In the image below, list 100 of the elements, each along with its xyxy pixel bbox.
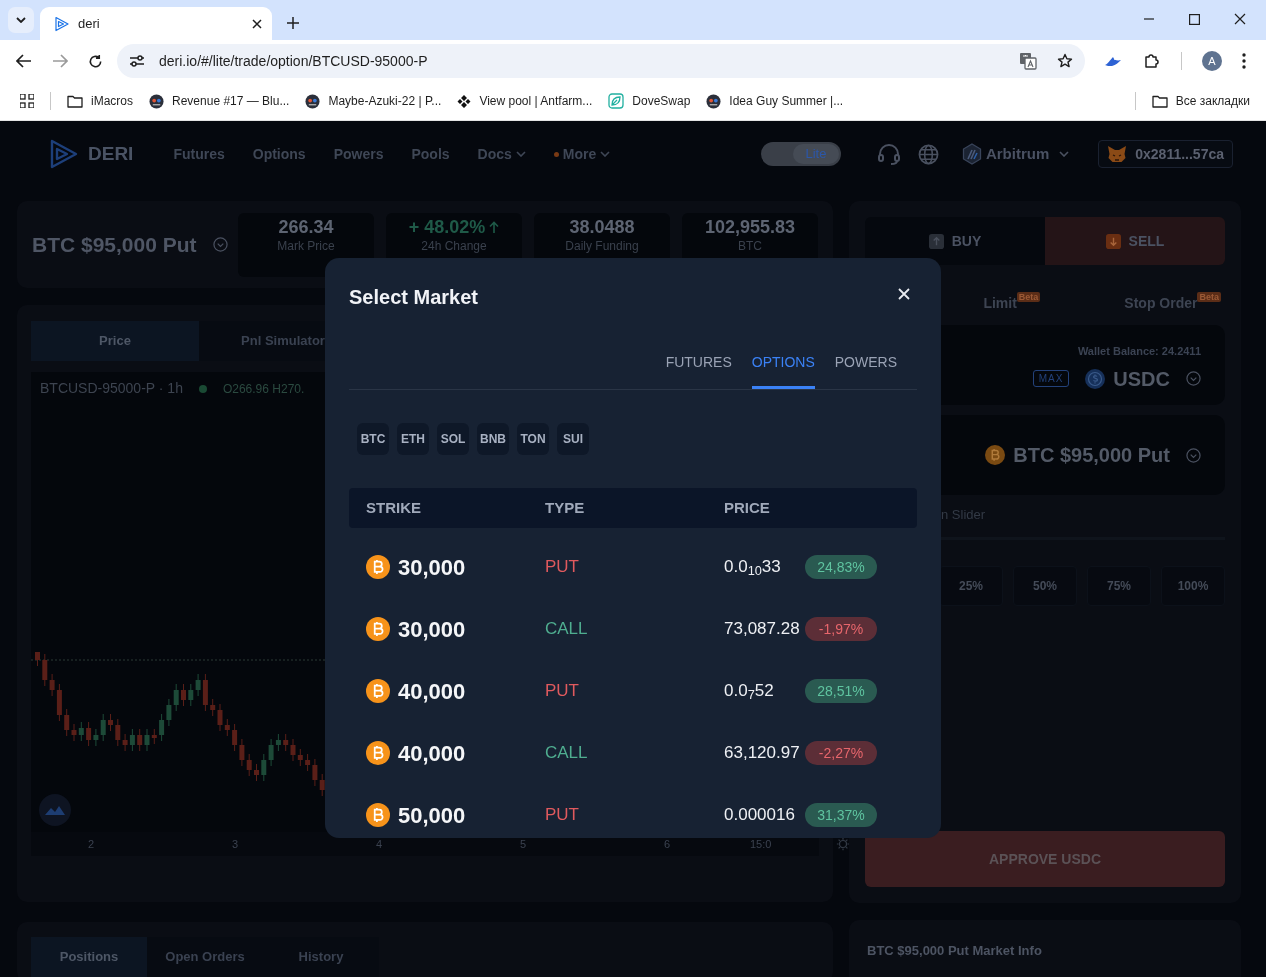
column-header: STRIKE xyxy=(366,497,422,518)
caret-icon xyxy=(16,17,26,23)
asset-chip[interactable]: BNB xyxy=(477,423,509,455)
arrow-down-icon xyxy=(1105,233,1121,249)
folder-icon xyxy=(1151,94,1168,108)
strike-price: 30,000 xyxy=(398,615,466,644)
ohlc-text: O266.96 H270. xyxy=(222,380,305,398)
bookmark-link[interactable]: DoveSwap xyxy=(608,92,691,110)
change-badge: 24,83% xyxy=(805,555,877,579)
asset-chip[interactable]: BTC xyxy=(357,423,389,455)
percent-button[interactable]: 50% xyxy=(1013,566,1077,606)
option-price: 0.0$_{7}$52 xyxy=(724,680,775,704)
new-tab-icon[interactable] xyxy=(287,17,299,29)
globe-icon[interactable] xyxy=(917,143,939,165)
stat-value: 38.0488 xyxy=(569,217,635,238)
asset-chip[interactable]: TON xyxy=(517,423,549,455)
folder-icon xyxy=(67,94,83,108)
caret-icon xyxy=(515,151,526,157)
asset-chip[interactable]: SUI xyxy=(557,423,589,455)
more-menu-icon[interactable] xyxy=(1242,53,1246,69)
column-header: TYPE xyxy=(545,497,586,518)
bookmark-link[interactable]: View pool | Antfarm... xyxy=(457,92,593,110)
strike-price: 40,000 xyxy=(398,677,466,706)
option-price: 0.000016 xyxy=(724,804,796,827)
tab-list-button[interactable] xyxy=(8,7,34,33)
bookmark-link[interactable]: Revenue #17 — Blu... xyxy=(149,92,290,110)
axis-label: 3 xyxy=(232,836,240,852)
bookmark-link[interactable]: Maybe-Azuki-22 | P... xyxy=(305,92,442,110)
side-tab[interactable]: BUY xyxy=(865,217,1045,265)
stat-label: Daily Funding xyxy=(565,238,639,256)
profile-avatar[interactable]: A xyxy=(1202,51,1222,71)
market-row[interactable]: 40,000 CALL 63,120.97 -2,27% xyxy=(349,722,917,784)
strike-price: 30,000 xyxy=(398,553,466,582)
logo-icon xyxy=(48,138,80,170)
wallet-button[interactable]: 0x2811...57ca xyxy=(1098,140,1233,168)
bitcoin-icon xyxy=(366,803,390,827)
candle xyxy=(108,713,113,732)
wallet-balance: Wallet Balance: 24.2411 xyxy=(1077,344,1201,359)
axis-label: 2 xyxy=(88,836,96,852)
market-name: BTC $95,000 Put xyxy=(1013,443,1170,468)
logo-text: DERI xyxy=(88,141,134,166)
site-settings-icon[interactable] xyxy=(129,54,145,68)
round-favicon-icon xyxy=(305,93,321,109)
market-type-tab[interactable]: POWERS xyxy=(834,352,897,389)
asset-chip[interactable]: ETH xyxy=(397,423,429,455)
percent-button[interactable]: 100% xyxy=(1161,566,1225,606)
percent-button[interactable]: 75% xyxy=(1087,566,1151,606)
option-type: PUT xyxy=(545,557,579,577)
close-icon[interactable] xyxy=(1234,13,1246,25)
hexagon-logo-icon xyxy=(961,143,982,165)
close-icon[interactable] xyxy=(252,18,262,29)
column-header: PRICE xyxy=(724,497,771,518)
market-info-title: BTC $95,000 Put Market Info xyxy=(867,943,1042,958)
caret-icon xyxy=(1059,151,1070,157)
bookmark-link[interactable]: iMacros xyxy=(67,92,133,110)
bookmark-link[interactable]: Все закладки xyxy=(1151,92,1250,110)
reload-icon[interactable] xyxy=(88,53,103,69)
market-row[interactable]: 30,000 CALL 73,087.28 -1,97% xyxy=(349,598,917,660)
bitcoin-icon xyxy=(366,555,390,579)
side-tab[interactable]: SELL xyxy=(1045,217,1225,265)
asset-chip[interactable]: SOL xyxy=(437,423,469,455)
market-row[interactable]: 40,000 PUT 0.0$_{7}$52 28,51% xyxy=(349,660,917,722)
browser-tab[interactable]: deri xyxy=(40,7,272,40)
forward-icon[interactable] xyxy=(52,54,68,68)
market-type-tab[interactable]: OPTIONS xyxy=(751,352,815,389)
beta-badge: Beta xyxy=(1016,291,1041,302)
network-selector[interactable]: Arbitrum xyxy=(955,141,1076,167)
fox-icon xyxy=(1107,145,1128,163)
option-type: CALL xyxy=(545,619,588,639)
apps-grid-icon[interactable] xyxy=(20,94,34,108)
percent-button[interactable]: 25% xyxy=(939,566,1003,606)
change-badge: 31,37% xyxy=(805,803,877,827)
arrow-up-icon xyxy=(928,233,944,249)
logo-icon xyxy=(54,15,70,32)
beta-badge: Beta xyxy=(1197,291,1221,302)
stat-value: + 48.02% xyxy=(408,217,486,238)
option-type: CALL xyxy=(545,743,588,763)
headset-icon[interactable] xyxy=(876,143,901,165)
market-type-tab[interactable]: FUTURES xyxy=(665,352,732,389)
change-badge: 28,51% xyxy=(805,679,877,703)
tab-title: deri xyxy=(78,14,101,33)
option-price: 0.0$_{10}$33 xyxy=(724,556,782,580)
back-icon[interactable] xyxy=(16,54,32,68)
axis-label: 4 xyxy=(376,836,384,852)
candle xyxy=(181,683,186,707)
address-bar[interactable]: deri.io/#/lite/trade/option/BTCUSD-95000-P xyxy=(117,44,1085,78)
positions-tab[interactable]: Positions xyxy=(31,937,147,977)
extensions-icon[interactable] xyxy=(1143,52,1161,70)
bookmark-link[interactable]: Idea Guy Summer |... xyxy=(706,92,844,110)
maximize-icon[interactable] xyxy=(1189,13,1200,25)
dialog-title: Select Market xyxy=(349,285,478,310)
chart-logo-icon xyxy=(39,794,71,826)
stat-label: BTC xyxy=(738,238,762,256)
chart-tab[interactable]: Price xyxy=(31,321,199,361)
star-icon[interactable] xyxy=(1057,53,1073,69)
translate-icon[interactable] xyxy=(1019,52,1037,70)
caret-icon xyxy=(600,151,611,157)
candle xyxy=(35,652,40,667)
arrow-up-icon xyxy=(489,220,500,234)
market-row[interactable]: 30,000 PUT 0.0$_{10}$33 24,83% xyxy=(349,536,917,598)
